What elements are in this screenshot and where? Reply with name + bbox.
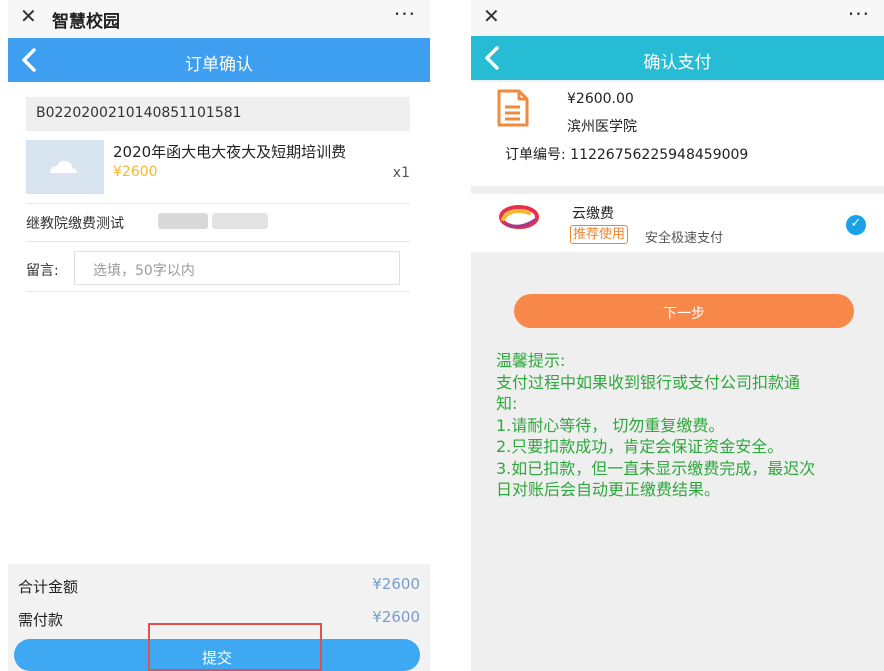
product-price: ¥2600 bbox=[113, 164, 158, 180]
tip-line: 支付过程中如果收到银行或支付公司扣款通 bbox=[496, 372, 801, 392]
total-value: ¥2600 bbox=[372, 575, 420, 593]
document-icon bbox=[497, 89, 529, 127]
order-info-panel: ¥2600.00 滨州医学院 订单编号: 112267562259484590​… bbox=[471, 82, 884, 186]
order-number-row: B022020021014085110158​1 bbox=[26, 97, 410, 131]
product-thumbnail bbox=[26, 140, 104, 194]
page-title: 确认支付 bbox=[643, 53, 712, 73]
product-title: 2020年函大电大夜大及短期培训费 bbox=[113, 143, 347, 161]
yunjiaofei-logo-icon bbox=[499, 205, 539, 229]
nav-bar: 订单确认 bbox=[8, 38, 430, 82]
tip-line: 日对账后会自动更正缴费结果。 bbox=[496, 480, 721, 499]
redacted-block bbox=[158, 213, 208, 229]
payment-method-desc: 安全极速支付 bbox=[645, 231, 724, 246]
order-confirm-screen: ✕ 智慧校园 ··· 订单确认 B022020021014085110158​1… bbox=[8, 0, 430, 671]
order-number-line: 订单编号: 112267562259484590​09 bbox=[505, 144, 748, 164]
product-quantity: x1 bbox=[392, 165, 410, 181]
remark-label: 留言: bbox=[26, 263, 59, 279]
order-number-label: 订单编号: bbox=[505, 147, 566, 163]
shop-name: 继教院缴费测试 bbox=[26, 216, 124, 232]
payment-confirm-screen: ✕ ··· 确认支付 ¥2600.00 滨州医学院 订单编号: 11226756… bbox=[471, 0, 884, 671]
order-number: 112267562259484590​09 bbox=[570, 147, 749, 163]
payment-method-option[interactable]: 云缴费 推荐使用 安全极速支付 ✓ bbox=[471, 194, 884, 252]
divider bbox=[26, 203, 410, 204]
app-top-bar: ✕ ··· bbox=[471, 0, 884, 36]
payment-amount: ¥2600.00 bbox=[567, 91, 634, 107]
tip-line: 知: bbox=[496, 394, 518, 413]
more-menu-icon[interactable]: ··· bbox=[394, 2, 416, 26]
close-icon[interactable]: ✕ bbox=[483, 4, 500, 28]
payment-method-name: 云缴费 bbox=[572, 206, 614, 222]
next-step-button[interactable]: 下一步 bbox=[514, 294, 854, 328]
recommend-badge: 推荐使用 bbox=[570, 225, 629, 244]
payee-name: 滨州医学院 bbox=[567, 119, 637, 135]
tip-line: 温馨提示: bbox=[496, 351, 566, 370]
more-menu-icon[interactable]: ··· bbox=[848, 2, 870, 26]
remark-input[interactable]: 选填，50字以内 bbox=[74, 251, 400, 285]
redacted-block bbox=[212, 213, 268, 229]
divider bbox=[26, 291, 410, 292]
close-icon[interactable]: ✕ bbox=[20, 4, 37, 28]
warm-tips: 温馨提示: 支付过程中如果收到银行或支付公司扣款通 知: 1.请耐心等待， 切勿… bbox=[496, 350, 876, 501]
nav-bar: 确认支付 bbox=[471, 36, 884, 80]
tip-line: 1.请耐心等待， 切勿重复缴费。 bbox=[496, 415, 725, 435]
remark-placeholder: 选填，50字以内 bbox=[93, 263, 195, 279]
highlight-box bbox=[148, 623, 322, 671]
tip-line: 2.只要扣款成功，肯定会保证资金安全。 bbox=[496, 437, 784, 456]
app-top-bar: ✕ 智慧校园 ··· bbox=[8, 0, 430, 38]
amount-due-value: ¥2600 bbox=[372, 608, 420, 626]
page-title: 订单确认 bbox=[185, 55, 253, 75]
total-label: 合计金额 bbox=[18, 578, 79, 596]
amount-due-label: 需付款 bbox=[18, 611, 64, 629]
next-step-label: 下一步 bbox=[663, 306, 705, 322]
order-number: B022020021014085110158​1 bbox=[36, 105, 242, 121]
app-title: 智慧校园 bbox=[52, 12, 120, 32]
tip-line: 3.如已扣款，但一直未显示缴费完成，最迟次 bbox=[496, 458, 816, 478]
divider bbox=[26, 241, 410, 242]
selected-check-icon: ✓ bbox=[846, 215, 866, 235]
